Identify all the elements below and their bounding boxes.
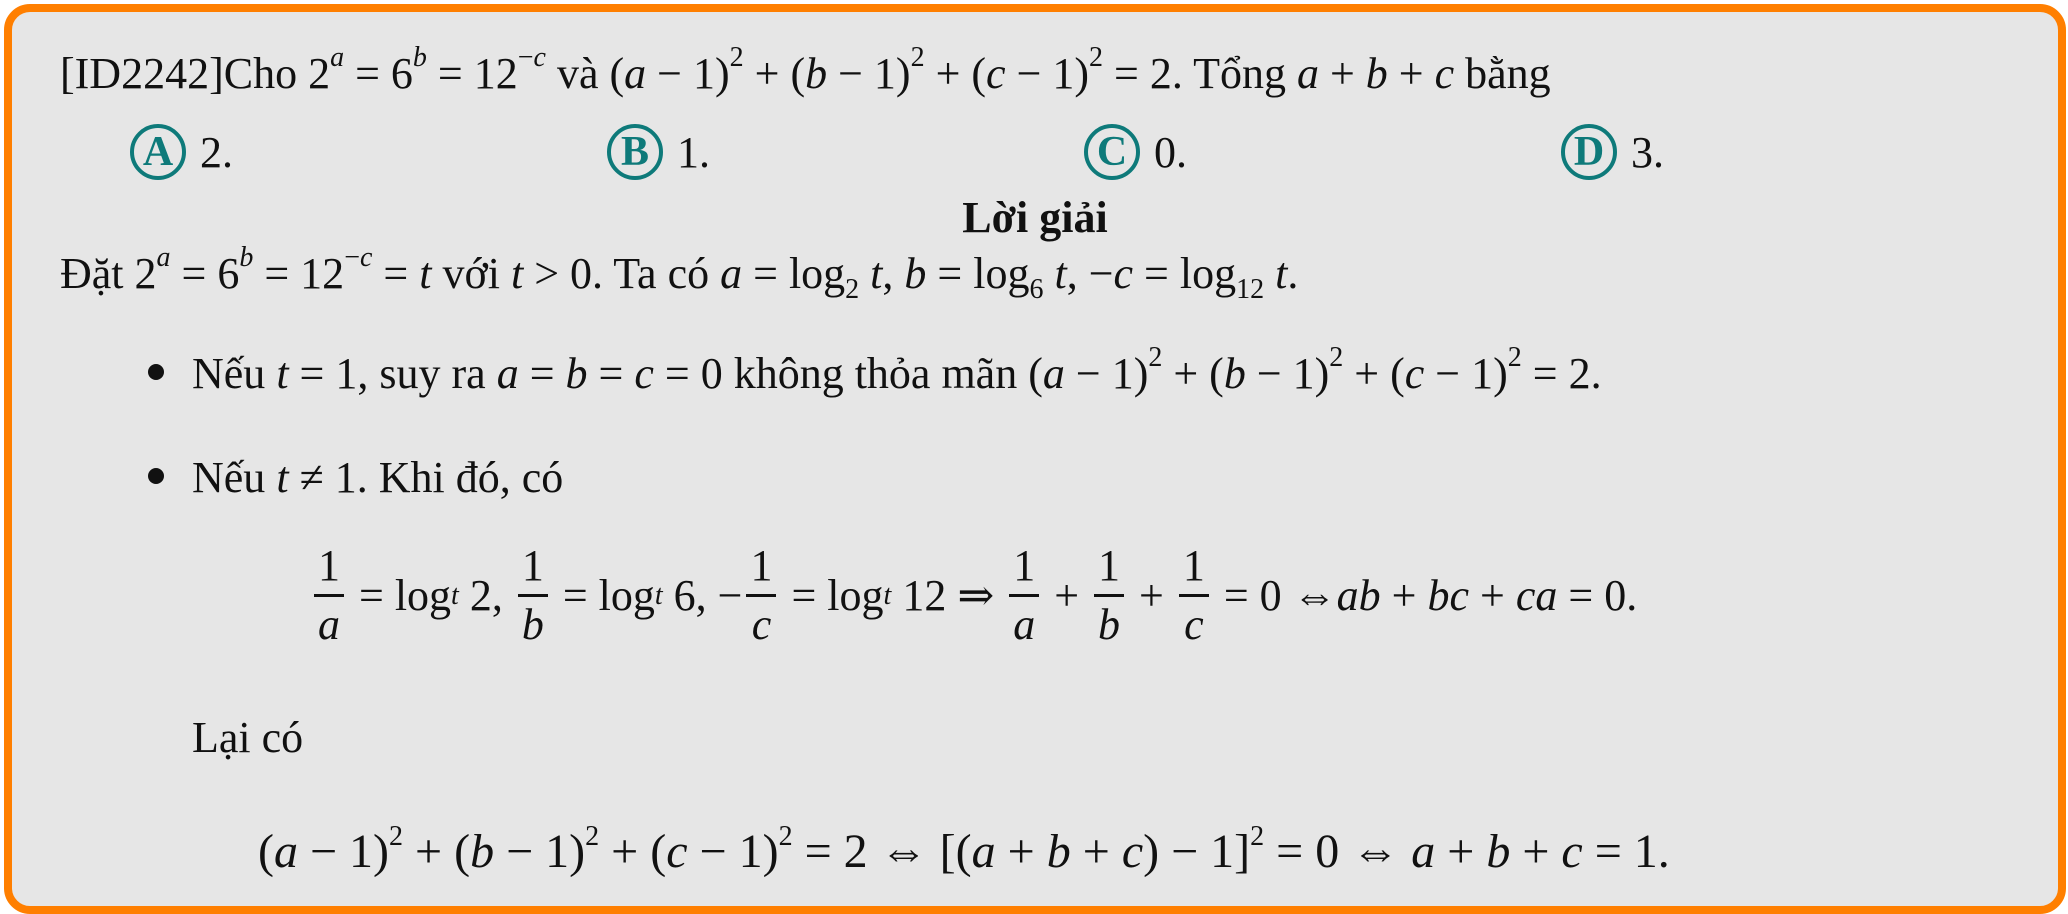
option-c-value: 0. bbox=[1154, 127, 1187, 177]
word-va: và bbox=[556, 49, 599, 98]
word-cho: Cho bbox=[223, 49, 298, 98]
option-a[interactable]: A 2. bbox=[130, 120, 233, 184]
option-d-value: 3. bbox=[1631, 127, 1664, 177]
word-khi-do-co: Khi đó, có bbox=[378, 453, 564, 502]
bullet-dot bbox=[148, 468, 164, 484]
fraction-equation: 1a = log t 2, 1b = log t 6, − 1c = log t 12… bbox=[310, 544, 1637, 647]
problem-card: [ID2242]Cho 2a = 6b = 12−c và (a − 1)2 +… bbox=[4, 4, 2066, 914]
option-d-badge: D bbox=[1561, 124, 1617, 180]
lai-co-text: Lại có bbox=[192, 713, 304, 762]
bullet-2-text: Nếu t ≠ 1. Khi đó, có bbox=[192, 453, 564, 502]
solution-heading: Lời giải bbox=[962, 193, 1108, 242]
option-b-value: 1. bbox=[677, 127, 710, 177]
word-tong: Tổng bbox=[1193, 49, 1286, 98]
option-c[interactable]: C 0. bbox=[1084, 120, 1187, 184]
option-b[interactable]: B 1. bbox=[607, 120, 710, 184]
option-d[interactable]: D 3. bbox=[1561, 120, 1664, 184]
word-voi: với bbox=[442, 249, 500, 298]
word-dat: Đặt bbox=[60, 249, 124, 298]
word-khong-thoa-man: không thỏa mãn bbox=[733, 349, 1018, 398]
option-c-badge: C bbox=[1084, 124, 1140, 180]
word-taco: Ta có bbox=[613, 249, 710, 298]
word-bang: bằng bbox=[1465, 49, 1551, 98]
option-a-value: 2. bbox=[200, 127, 233, 177]
bullet-1-text: Nếu t = 1, suy ra a = b = c = 0 không th… bbox=[192, 342, 1602, 398]
solution-intro: Đặt 2a = 6b = 12−c = t với t > 0. Ta có … bbox=[60, 242, 1299, 305]
option-b-badge: B bbox=[607, 124, 663, 180]
question-id: [ID2242] bbox=[60, 49, 224, 98]
word-neu: Nếu bbox=[192, 453, 266, 502]
final-equation: (a − 1)2 + (b − 1)2 + (c − 1)2 = 2 ⇔ [(a… bbox=[258, 821, 1670, 878]
word-neu: Nếu bbox=[192, 349, 266, 398]
word-suyra: suy ra bbox=[379, 349, 486, 398]
option-a-badge: A bbox=[130, 124, 186, 180]
bullet-dot bbox=[148, 364, 164, 380]
question-text: [ID2242]Cho 2a = 6b = 12−c và (a − 1)2 +… bbox=[60, 42, 1551, 98]
